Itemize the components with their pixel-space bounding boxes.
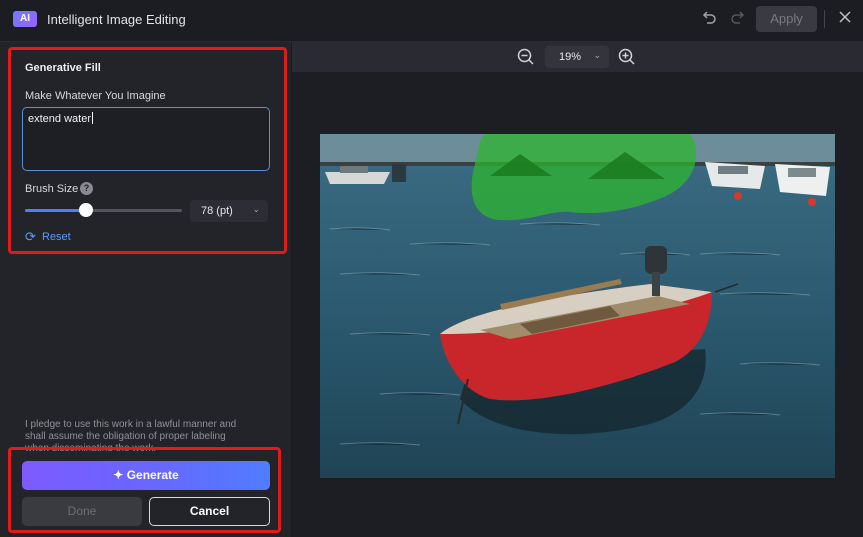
redo-icon[interactable]: [729, 10, 747, 28]
chevron-down-icon: ⌄: [593, 50, 601, 60]
brush-size-value: 78 (pt): [201, 205, 233, 217]
window-title: Intelligent Image Editing: [47, 12, 186, 27]
pledge-line: I pledge to use this work in a lawful ma…: [25, 419, 237, 430]
sparkle-icon: ✦: [113, 468, 124, 482]
app-logo: AI: [13, 11, 37, 27]
zoom-value: 19%: [559, 51, 582, 63]
chevron-down-icon: ⌄: [252, 204, 260, 214]
zoom-in-icon[interactable]: [618, 48, 636, 66]
panel-heading: Generative Fill: [25, 62, 101, 74]
help-icon[interactable]: ?: [80, 182, 93, 195]
pledge-line: shall assume the obligation of proper la…: [25, 431, 226, 442]
reset-icon: ⟳: [25, 229, 36, 244]
done-button[interactable]: Done: [22, 497, 142, 526]
cancel-button[interactable]: Cancel: [149, 497, 270, 526]
prompt-input[interactable]: extend water: [22, 107, 270, 171]
undo-icon[interactable]: [700, 10, 718, 28]
divider: [824, 10, 825, 28]
title-bar: AI Intelligent Image Editing Apply: [0, 0, 863, 42]
reset-label: Reset: [42, 231, 71, 243]
zoom-out-icon[interactable]: [517, 48, 535, 66]
slider-fill: [25, 209, 87, 212]
apply-button[interactable]: Apply: [756, 6, 817, 32]
brush-size-label: Brush Size: [25, 183, 79, 195]
generate-label: Generate: [126, 468, 179, 482]
generate-button[interactable]: ✦ Generate: [22, 461, 270, 490]
reset-button[interactable]: ⟳ Reset: [25, 229, 71, 245]
edit-image[interactable]: [320, 134, 835, 478]
prompt-label: Make Whatever You Imagine: [25, 90, 166, 102]
zoom-select[interactable]: 19% ⌄: [545, 46, 609, 68]
brush-size-select[interactable]: 78 (pt) ⌄: [190, 200, 268, 222]
close-icon[interactable]: [836, 10, 854, 28]
brush-size-slider[interactable]: [25, 203, 182, 217]
prompt-text: extend water: [28, 113, 91, 125]
